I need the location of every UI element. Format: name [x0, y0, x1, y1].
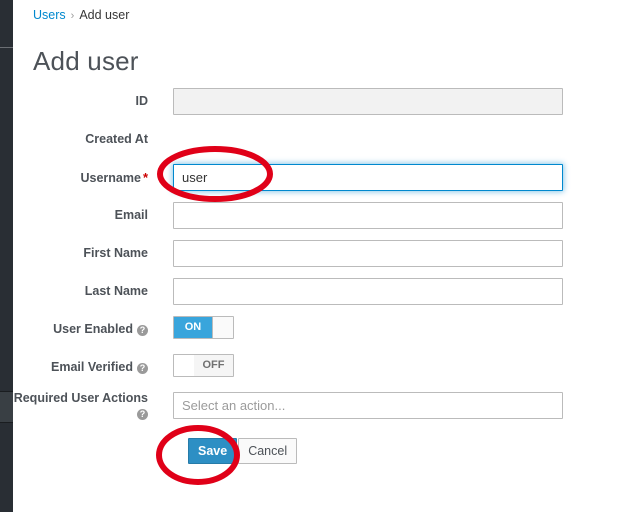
label-required-user-actions-text: Required User Actions — [13, 391, 148, 405]
label-last-name: Last Name — [84, 284, 148, 298]
control-first-name — [173, 240, 563, 267]
control-last-name — [173, 278, 563, 305]
help-circle-icon[interactable]: ? — [137, 363, 148, 374]
form-actions: Save Cancel — [188, 438, 298, 464]
control-user-enabled: ON — [173, 316, 234, 339]
username-input[interactable] — [173, 164, 563, 191]
id-input — [173, 88, 563, 115]
first-name-input[interactable] — [173, 240, 563, 267]
breadcrumb-separator-icon: › — [70, 10, 75, 22]
email-verified-toggle[interactable]: OFF — [173, 354, 234, 377]
control-username — [173, 164, 563, 191]
control-required-user-actions: Select an action... — [173, 392, 563, 419]
email-input[interactable] — [173, 202, 563, 229]
email-verified-toggle-label: OFF — [194, 355, 233, 376]
form-row-username: Username * — [13, 164, 642, 202]
page-title: Add user — [33, 46, 139, 76]
form-row-email: Email — [13, 202, 642, 240]
control-email — [173, 202, 563, 229]
sidebar-active-item[interactable] — [0, 391, 13, 423]
label-user-enabled-text: User Enabled — [53, 322, 133, 336]
control-email-verified: OFF — [173, 354, 234, 377]
label-created-at: Created At — [85, 132, 148, 146]
form-row-user-enabled: User Enabled? ON — [13, 316, 642, 354]
label-username-text: Username — [80, 171, 141, 185]
add-user-form: ID Created At Username* Email — [13, 88, 642, 436]
required-marker: * — [142, 170, 148, 185]
sidebar-divider — [0, 47, 13, 48]
required-user-actions-select[interactable]: Select an action... — [173, 392, 563, 419]
control-id — [173, 88, 563, 115]
form-row-created-at: Created At — [13, 126, 642, 164]
label-email: Email — [114, 208, 148, 222]
cancel-button[interactable]: Cancel — [238, 438, 298, 464]
help-circle-icon[interactable]: ? — [137, 325, 148, 336]
last-name-input[interactable] — [173, 278, 563, 305]
help-circle-icon[interactable]: ? — [137, 409, 148, 420]
user-enabled-toggle-knob — [212, 317, 233, 338]
email-verified-toggle-knob — [174, 355, 195, 376]
user-enabled-toggle[interactable]: ON — [173, 316, 234, 339]
form-row-last-name: Last Name — [13, 278, 642, 316]
form-row-required-user-actions: Required User Actions? Select an action.… — [13, 391, 642, 436]
label-first-name: First Name — [83, 246, 148, 260]
breadcrumb: Users › Add user — [33, 8, 129, 23]
app-root: Users › Add user Add user ID Created At Us… — [0, 0, 642, 512]
label-email-verified: Email Verified? — [13, 360, 148, 375]
form-row-email-verified: Email Verified? OFF — [13, 354, 642, 392]
sidebar-rail[interactable] — [0, 0, 13, 512]
label-id: ID — [135, 94, 149, 108]
form-row-first-name: First Name — [13, 240, 642, 278]
label-email-verified-text: Email Verified — [51, 360, 133, 374]
user-enabled-toggle-label: ON — [174, 317, 212, 338]
label-username: Username * — [13, 170, 148, 186]
label-user-enabled: User Enabled? — [13, 322, 148, 337]
label-required-user-actions: Required User Actions? — [13, 391, 148, 421]
breadcrumb-link-users[interactable]: Users — [33, 8, 66, 22]
save-button[interactable]: Save — [188, 438, 238, 464]
form-row-id: ID — [13, 88, 642, 126]
breadcrumb-current: Add user — [79, 8, 130, 22]
main-content: Users › Add user Add user ID Created At Us… — [13, 0, 642, 512]
